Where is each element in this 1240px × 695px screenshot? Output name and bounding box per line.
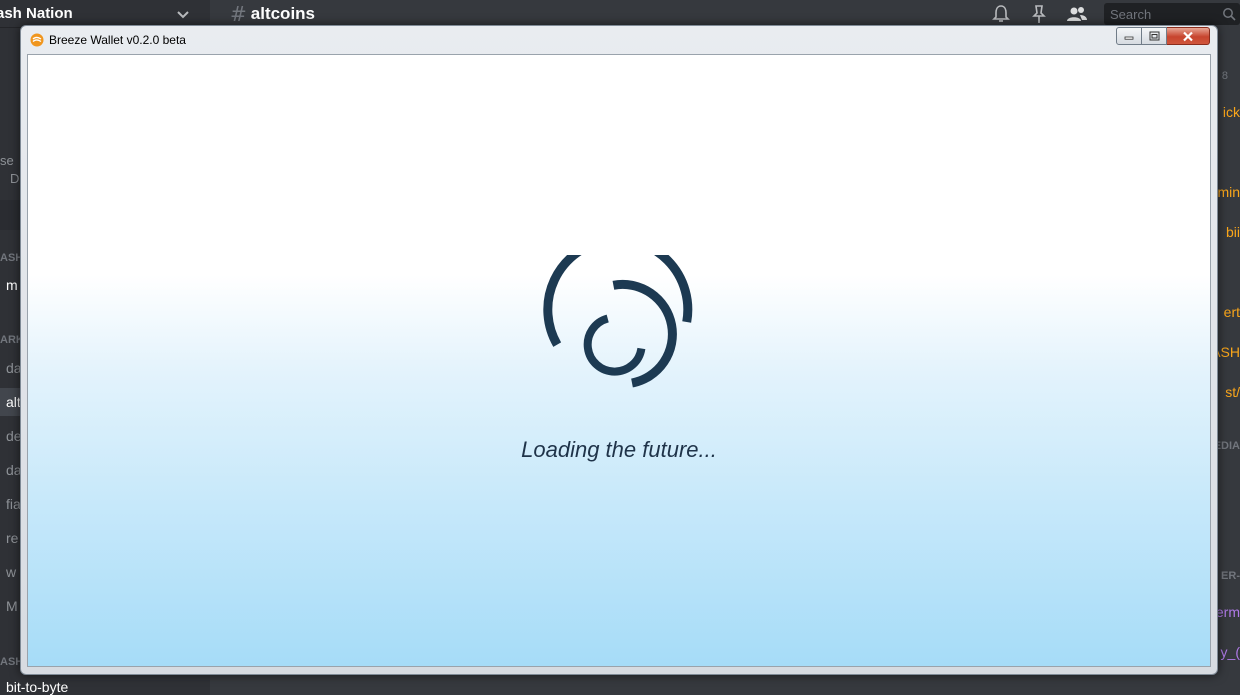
- loading-spinner-icon: [543, 255, 693, 388]
- minimize-icon: [1124, 36, 1134, 40]
- sidebar-channel[interactable]: fia: [6, 496, 21, 512]
- sidebar-channel[interactable]: re: [6, 530, 18, 546]
- spinner-arc-inner: [583, 314, 646, 376]
- right-fragment: bii: [1225, 224, 1240, 240]
- window-titlebar[interactable]: Breeze Wallet v0.2.0 beta: [21, 26, 1217, 54]
- channel-name: altcoins: [250, 4, 316, 23]
- minimize-button[interactable]: [1116, 27, 1142, 45]
- server-header[interactable]: ash Nation: [0, 0, 210, 28]
- maximize-button[interactable]: [1142, 27, 1167, 45]
- search-input[interactable]: Search: [1104, 3, 1240, 25]
- close-icon: [1183, 31, 1193, 41]
- chevron-down-icon[interactable]: [176, 7, 190, 21]
- bell-icon[interactable]: [990, 3, 1012, 25]
- breeze-logo-icon: [30, 33, 44, 47]
- right-fragment: y_(: [1220, 644, 1240, 660]
- right-fragment: ER-: [1221, 570, 1240, 582]
- right-fragment: ick: [1222, 104, 1240, 120]
- right-fragment: ert: [1223, 304, 1240, 320]
- close-button[interactable]: [1167, 27, 1210, 45]
- window-controls: [1116, 27, 1210, 45]
- spinner-arc-outer: [543, 255, 693, 347]
- loading-message: Loading the future...: [521, 437, 717, 462]
- right-fragment: st/: [1225, 384, 1240, 400]
- sidebar-channel[interactable]: bit-to-byte: [6, 679, 68, 695]
- right-fragment: min: [1217, 184, 1240, 200]
- restore-icon: [1149, 31, 1159, 41]
- search-icon: [1223, 8, 1236, 21]
- hash-icon: #: [230, 2, 247, 26]
- members-icon[interactable]: [1066, 3, 1088, 25]
- sidebar-fragment: D: [10, 171, 20, 186]
- right-fragment: erm: [1215, 604, 1240, 620]
- sidebar-channel[interactable]: w: [6, 564, 16, 580]
- channel-header-toolbar: Search: [990, 0, 1240, 28]
- right-fragment: 8: [1221, 70, 1228, 82]
- sidebar-channel-active[interactable]: alt: [6, 394, 21, 410]
- breeze-wallet-window: Breeze Wallet v0.2.0 beta Loading the fu…: [20, 25, 1218, 675]
- pin-icon[interactable]: [1028, 3, 1050, 25]
- sidebar-channel[interactable]: m: [6, 277, 18, 293]
- channel-header: # altcoins Search: [210, 0, 1240, 28]
- sidebar-fragment: se: [0, 153, 14, 168]
- server-name: ash Nation: [0, 5, 73, 22]
- window-content: Loading the future...: [27, 54, 1211, 667]
- window-title: Breeze Wallet v0.2.0 beta: [49, 33, 186, 47]
- sidebar-channel[interactable]: M: [6, 598, 18, 614]
- search-placeholder: Search: [1110, 6, 1152, 22]
